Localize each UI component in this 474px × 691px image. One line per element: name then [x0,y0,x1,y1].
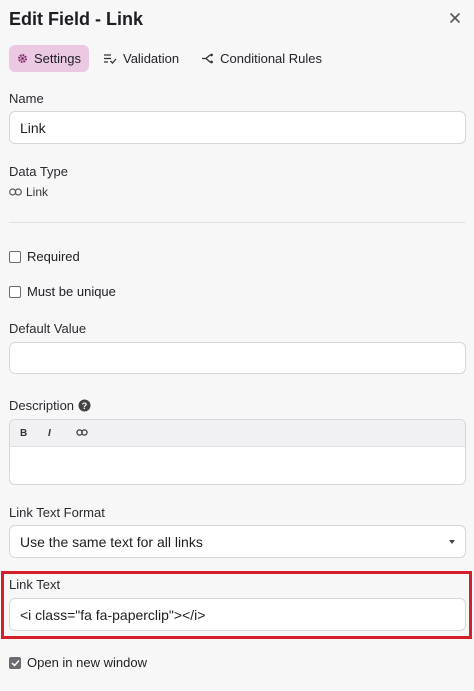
editor-toolbar: B I [10,420,465,447]
close-button[interactable] [445,8,465,28]
checkmark-icon [10,659,20,667]
description-editor: B I [9,419,466,485]
tab-conditional-rules[interactable]: Conditional Rules [193,45,330,72]
list-check-icon [103,54,117,64]
data-type-value: Link [9,185,48,199]
unique-checkbox[interactable] [9,285,21,298]
dialog-title: Edit Field - Link [9,9,143,29]
svg-text:?: ? [82,401,88,411]
link-text-format-value: Use the same text for all links [20,533,203,550]
open-new-window-checkbox[interactable] [9,656,21,669]
open-new-window-label: Open in new window [27,655,147,670]
description-label: Description [9,398,75,413]
required-checkbox[interactable] [9,250,21,263]
data-type-label: Data Type [9,164,69,179]
name-input[interactable]: Link [9,111,466,144]
help-icon[interactable]: ? [78,399,91,412]
tab-validation-label: Validation [122,51,180,66]
chevron-down-icon [449,539,455,544]
gear-icon [18,54,27,63]
open-new-window-row: Open in new window [9,655,147,670]
italic-button[interactable]: I [48,428,76,439]
link-icon [76,428,88,436]
bold-button[interactable]: B [20,428,48,439]
close-icon [450,13,460,23]
link-text-input[interactable]: <i class="fa fa-paperclip"></i> [9,598,466,631]
link-icon [9,188,22,196]
default-value-input[interactable] [9,342,466,374]
description-textarea[interactable] [10,447,465,484]
tab-validation[interactable]: Validation [95,45,187,72]
data-type-text: Link [26,185,49,199]
required-row: Required [9,249,80,264]
name-label: Name [9,91,44,106]
unique-row: Must be unique [9,284,116,299]
tab-settings-label: Settings [34,51,81,66]
link-button[interactable] [76,428,104,439]
unique-label: Must be unique [27,284,116,299]
required-label: Required [27,249,80,264]
link-text-label: Link Text [9,577,61,592]
link-text-format-select[interactable]: Use the same text for all links [9,525,466,558]
branch-icon [202,53,214,64]
description-label-row: Description ? [9,398,91,413]
link-text-format-label: Link Text Format [9,505,105,520]
tab-settings[interactable]: Settings [9,45,89,72]
tab-bar: Settings Validation Conditional Rules [9,45,330,72]
default-value-label: Default Value [9,321,87,336]
divider [9,222,466,223]
tab-conditional-rules-label: Conditional Rules [220,51,323,66]
